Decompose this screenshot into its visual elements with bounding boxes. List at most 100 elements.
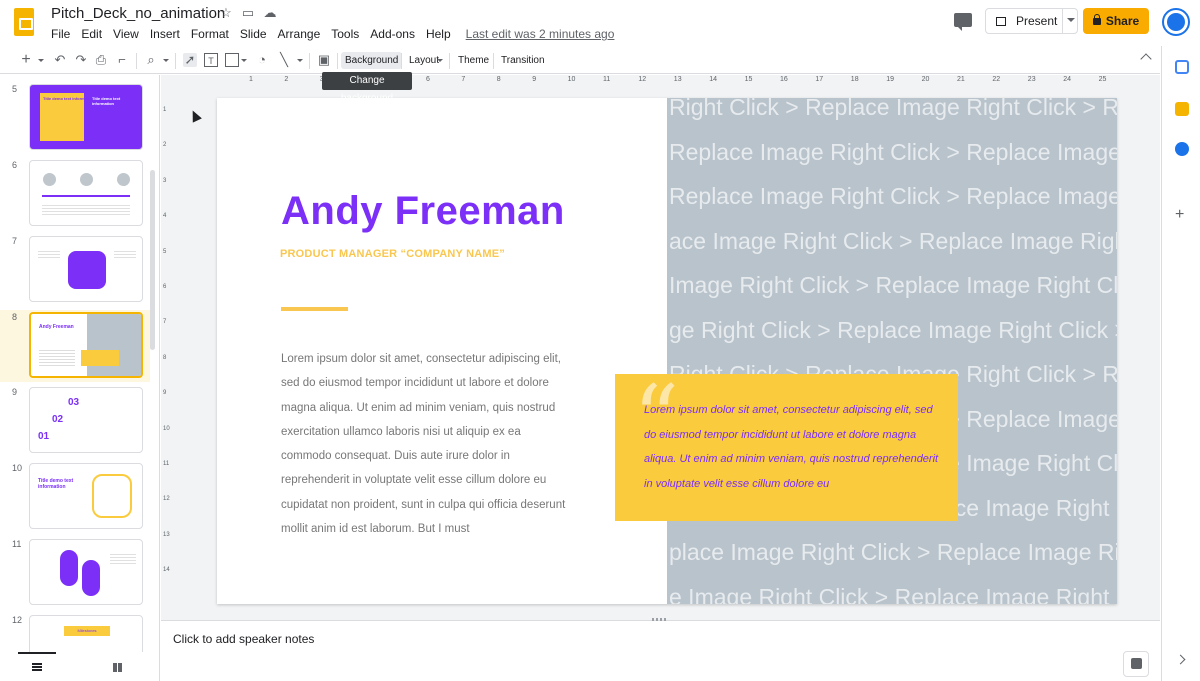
filmstrip-item[interactable]: 6 (0, 158, 150, 232)
ruler-tick-label: 20 (921, 76, 930, 83)
filmstrip-item[interactable]: 11 (0, 537, 150, 611)
undo-icon[interactable]: ↶ (53, 53, 67, 67)
speaker-notes-placeholder[interactable]: Click to add speaker notes (173, 632, 314, 646)
select-cursor-icon[interactable]: ➚ (183, 53, 197, 67)
print-icon[interactable]: ⎙ (94, 53, 108, 67)
calendar-icon[interactable] (1175, 60, 1189, 74)
menu-help[interactable]: Help (426, 27, 451, 41)
present-button[interactable]: Present (985, 8, 1078, 34)
explore-icon[interactable] (1123, 651, 1149, 677)
redo-icon[interactable]: ↷ (74, 53, 88, 67)
slide-thumbnail[interactable]: Andy Freeman (29, 312, 143, 378)
show-side-panel-chevron-icon[interactable] (1175, 654, 1186, 665)
comment-history-icon[interactable] (954, 13, 972, 31)
cloud-status-icon[interactable]: ☁ (263, 5, 277, 20)
mouse-cursor-icon (188, 108, 202, 123)
filmstrip-view-icon[interactable] (32, 663, 42, 671)
slide-thumbnail[interactable] (29, 539, 143, 605)
menu-insert[interactable]: Insert (150, 27, 180, 41)
zoom-chevron-icon[interactable] (163, 59, 169, 62)
body-text[interactable]: Lorem ipsum dolor sit amet, consectetur … (281, 347, 567, 541)
person-name[interactable]: Andy Freeman (281, 189, 565, 234)
menu-view[interactable]: View (113, 27, 139, 41)
quote-text[interactable]: Lorem ipsum dolor sit amet, consectetur … (644, 398, 944, 496)
account-avatar[interactable] (1162, 8, 1190, 36)
accent-line[interactable] (281, 307, 348, 311)
filmstrip-scrollbar[interactable] (150, 170, 155, 350)
header: Pitch_Deck_no_animation ☆ ▭ ☁ File Edit … (0, 0, 1200, 46)
thumb-shape (39, 350, 75, 368)
ruler-tick-label: 8 (163, 354, 167, 361)
background-button[interactable]: Background (341, 52, 403, 69)
ruler-tick-label: 25 (1098, 76, 1107, 83)
notes-resize-handle[interactable] (652, 618, 668, 621)
line-chevron-icon[interactable] (297, 59, 303, 62)
filmstrip-item[interactable]: 5 Title demo text information Title demo… (0, 82, 150, 156)
slides-logo-icon[interactable] (14, 8, 34, 36)
menu-bar: File Edit View Insert Format Slide Arran… (51, 27, 625, 41)
document-title[interactable]: Pitch_Deck_no_animation (51, 5, 225, 22)
speaker-notes[interactable]: Click to add speaker notes (161, 618, 1160, 681)
present-divider (1062, 9, 1063, 33)
placeholder-watermark-text: Right Click > Replace Image Right Click … (669, 98, 1117, 120)
shape-icon[interactable]: ◔ (255, 53, 269, 67)
layout-chevron-icon[interactable] (437, 59, 443, 62)
text-box-icon[interactable]: T (204, 53, 218, 67)
last-edit-link[interactable]: Last edit was 2 minutes ago (466, 27, 615, 41)
slide-number: 7 (12, 236, 18, 246)
zoom-icon[interactable]: ⌕ (144, 53, 158, 67)
menu-format[interactable]: Format (191, 27, 229, 41)
new-slide-chevron-icon[interactable] (38, 59, 44, 62)
present-options-chevron-icon[interactable] (1067, 18, 1075, 22)
paint-format-icon[interactable]: ⌐ (115, 53, 129, 67)
slide-thumbnail[interactable] (29, 160, 143, 226)
get-addons-plus-icon[interactable]: + (1175, 207, 1184, 223)
horizontal-ruler: 1234567891011121314151617181920212223242… (161, 75, 1160, 85)
filmstrip-item-selected[interactable]: 8 Andy Freeman (0, 310, 150, 382)
ruler-tick-label: 23 (1027, 76, 1036, 83)
thumb-shape (81, 350, 119, 366)
slides-app: Pitch_Deck_no_animation ☆ ▭ ☁ File Edit … (0, 0, 1200, 681)
menu-slide[interactable]: Slide (240, 27, 267, 41)
share-button[interactable]: Share (1083, 8, 1149, 34)
move-folder-icon[interactable]: ▭ (241, 5, 255, 20)
menu-arrange[interactable]: Arrange (278, 27, 321, 41)
image-icon[interactable] (225, 53, 239, 67)
filmstrip-item[interactable]: 7 (0, 234, 150, 308)
slide-thumbnail[interactable] (29, 236, 143, 302)
image-placeholder[interactable]: Right Click > Replace Image Right Click … (667, 98, 1117, 604)
menu-edit[interactable]: Edit (81, 27, 102, 41)
new-slide-plus-icon[interactable]: + (19, 52, 33, 68)
ruler-tick-label: 12 (638, 76, 647, 83)
thumb-shape (82, 560, 100, 596)
layout-button[interactable]: Layout (409, 55, 439, 66)
ruler-tick-label: 18 (850, 76, 859, 83)
person-role[interactable]: PRODUCT MANAGER “COMPANY NAME” (280, 248, 505, 260)
ruler-tick-label: 19 (886, 76, 894, 83)
menu-file[interactable]: File (51, 27, 70, 41)
keep-icon[interactable] (1175, 102, 1189, 116)
ruler-tick-label: 5 (163, 248, 167, 255)
ruler-tick-label: 11 (603, 76, 611, 83)
grid-view-icon[interactable] (113, 663, 122, 672)
menu-tools[interactable]: Tools (331, 27, 359, 41)
slide-thumbnail[interactable]: Title demo text information Title demo t… (29, 84, 143, 150)
share-label: Share (1105, 14, 1140, 28)
ruler-tick-label: 16 (780, 76, 788, 83)
star-icon[interactable]: ☆ (219, 5, 233, 20)
slide-thumbnail[interactable]: 03 02 01 (29, 387, 143, 453)
tasks-icon[interactable] (1175, 142, 1189, 156)
add-comment-icon[interactable]: ▣ (317, 53, 331, 67)
line-icon[interactable]: ╲ (277, 53, 291, 67)
transition-button[interactable]: Transition (501, 55, 545, 66)
ruler-tick-label: 22 (992, 76, 1001, 83)
slide-thumbnail[interactable]: Title demo text information (29, 463, 143, 529)
filmstrip-item[interactable]: 9 03 02 01 (0, 385, 150, 459)
quote-box[interactable]: “ Lorem ipsum dolor sit amet, consectetu… (615, 374, 958, 521)
menu-addons[interactable]: Add-ons (370, 27, 415, 41)
filmstrip-item[interactable]: 10 Title demo text information (0, 461, 150, 535)
theme-button[interactable]: Theme (458, 55, 489, 66)
slide-canvas[interactable]: Right Click > Replace Image Right Click … (217, 98, 1117, 604)
image-chevron-icon[interactable] (241, 59, 247, 62)
ruler-tick-label: 9 (163, 390, 167, 397)
